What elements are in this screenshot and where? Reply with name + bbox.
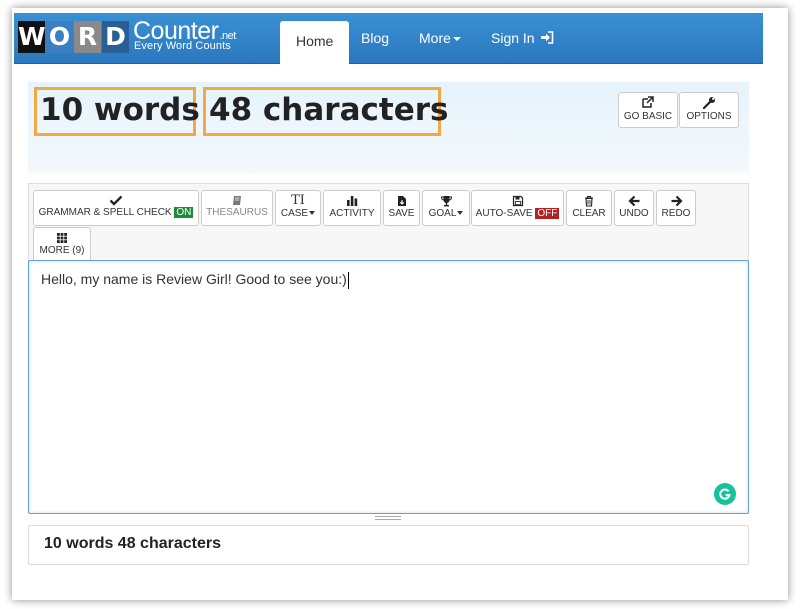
clear-label: CLEAR	[572, 208, 606, 219]
options-button[interactable]: OPTIONS	[679, 92, 739, 128]
book-icon	[233, 196, 241, 205]
logo-letter-w: W	[18, 21, 46, 53]
editor-content[interactable]: Hello, my name is Review Girl! Good to s…	[41, 271, 349, 289]
nav-blog[interactable]: Blog	[346, 13, 404, 64]
grammar-spell-check-button[interactable]: GRAMMAR & SPELL CHECK ON	[33, 190, 199, 226]
grammarly-icon[interactable]	[714, 483, 736, 505]
activity-button[interactable]: ACTIVITY	[323, 190, 381, 226]
thesaurus-button[interactable]: THESAURUS	[201, 190, 273, 226]
options-label: OPTIONS	[686, 111, 732, 122]
activity-label: ACTIVITY	[329, 208, 375, 219]
case-caret-icon	[309, 211, 316, 216]
caret-down-icon	[452, 37, 461, 42]
auto-save-label: AUTO-SAVE	[475, 208, 533, 219]
grammar-label: GRAMMAR & SPELL CHECK	[38, 207, 172, 218]
character-count-display: 48 characters	[203, 87, 448, 136]
goal-button[interactable]: GOAL	[422, 190, 470, 226]
save-file-icon	[397, 196, 406, 206]
text-editor[interactable]: Hello, my name is Review Girl! Good to s…	[28, 260, 749, 514]
editor-toolbar: GRAMMAR & SPELL CHECK ON THESAURUS TI CA…	[28, 183, 749, 263]
sign-in-icon	[541, 31, 554, 44]
thesaurus-label: THESAURUS	[206, 207, 268, 218]
nav-more-label: More	[419, 30, 451, 46]
nav-home[interactable]: Home	[280, 21, 350, 64]
nav-sign-in[interactable]: Sign In	[476, 13, 569, 64]
arrow-right-icon	[671, 195, 683, 207]
auto-save-button[interactable]: AUTO-SAVE OFF	[471, 190, 564, 226]
resize-handle-icon[interactable]	[374, 515, 402, 521]
go-basic-label: GO BASIC	[623, 111, 673, 122]
nav-sign-in-label: Sign In	[491, 30, 535, 46]
external-link-icon	[642, 96, 654, 108]
go-basic-button[interactable]: GO BASIC	[618, 92, 678, 128]
save-button[interactable]: SAVE	[383, 190, 420, 226]
wrench-icon	[702, 97, 715, 109]
bottom-summary: 10 words 48 characters	[28, 525, 749, 565]
redo-button[interactable]: REDO	[656, 190, 696, 226]
undo-label: UNDO	[619, 208, 649, 219]
redo-label: REDO	[661, 208, 691, 219]
stats-panel: 10 words 48 characters GO BASIC OPTIONS	[28, 82, 749, 173]
floppy-disk-icon	[512, 195, 523, 207]
case-label: CASE	[280, 208, 309, 219]
word-count-display: 10 words	[34, 87, 200, 136]
logo-letter-r: R	[74, 21, 101, 53]
logo-tagline: Every Word Counts	[134, 40, 231, 52]
text-cursor	[347, 271, 349, 289]
goal-label: GOAL	[428, 208, 457, 219]
auto-save-state-badge: OFF	[535, 208, 560, 219]
logo-letter-o: O	[46, 21, 73, 53]
grid-icon	[57, 233, 67, 243]
goal-caret-icon	[457, 211, 464, 216]
logo-letter-d: D	[102, 21, 129, 53]
editor-text-value: Hello, my name is Review Girl! Good to s…	[41, 271, 347, 287]
grammar-state-badge: ON	[174, 207, 194, 218]
case-button[interactable]: TI CASE	[275, 190, 321, 226]
nav-more[interactable]: More	[404, 13, 476, 64]
clear-button[interactable]: CLEAR	[566, 190, 612, 226]
text-case-icon: TI	[291, 193, 305, 208]
more-tools-button[interactable]: MORE (9)	[33, 227, 91, 263]
site-logo[interactable]: W O R D Counter.net Every Word Counts	[18, 18, 248, 58]
more-tools-label: MORE (9)	[39, 245, 85, 256]
undo-button[interactable]: UNDO	[614, 190, 654, 226]
save-label: SAVE	[388, 208, 415, 219]
checkmark-icon	[109, 195, 123, 206]
trophy-icon	[440, 196, 452, 207]
top-navbar: W O R D Counter.net Every Word Counts Ho…	[14, 13, 763, 64]
bar-chart-icon	[347, 196, 358, 206]
arrow-left-icon	[627, 195, 639, 207]
trash-icon	[585, 195, 593, 207]
